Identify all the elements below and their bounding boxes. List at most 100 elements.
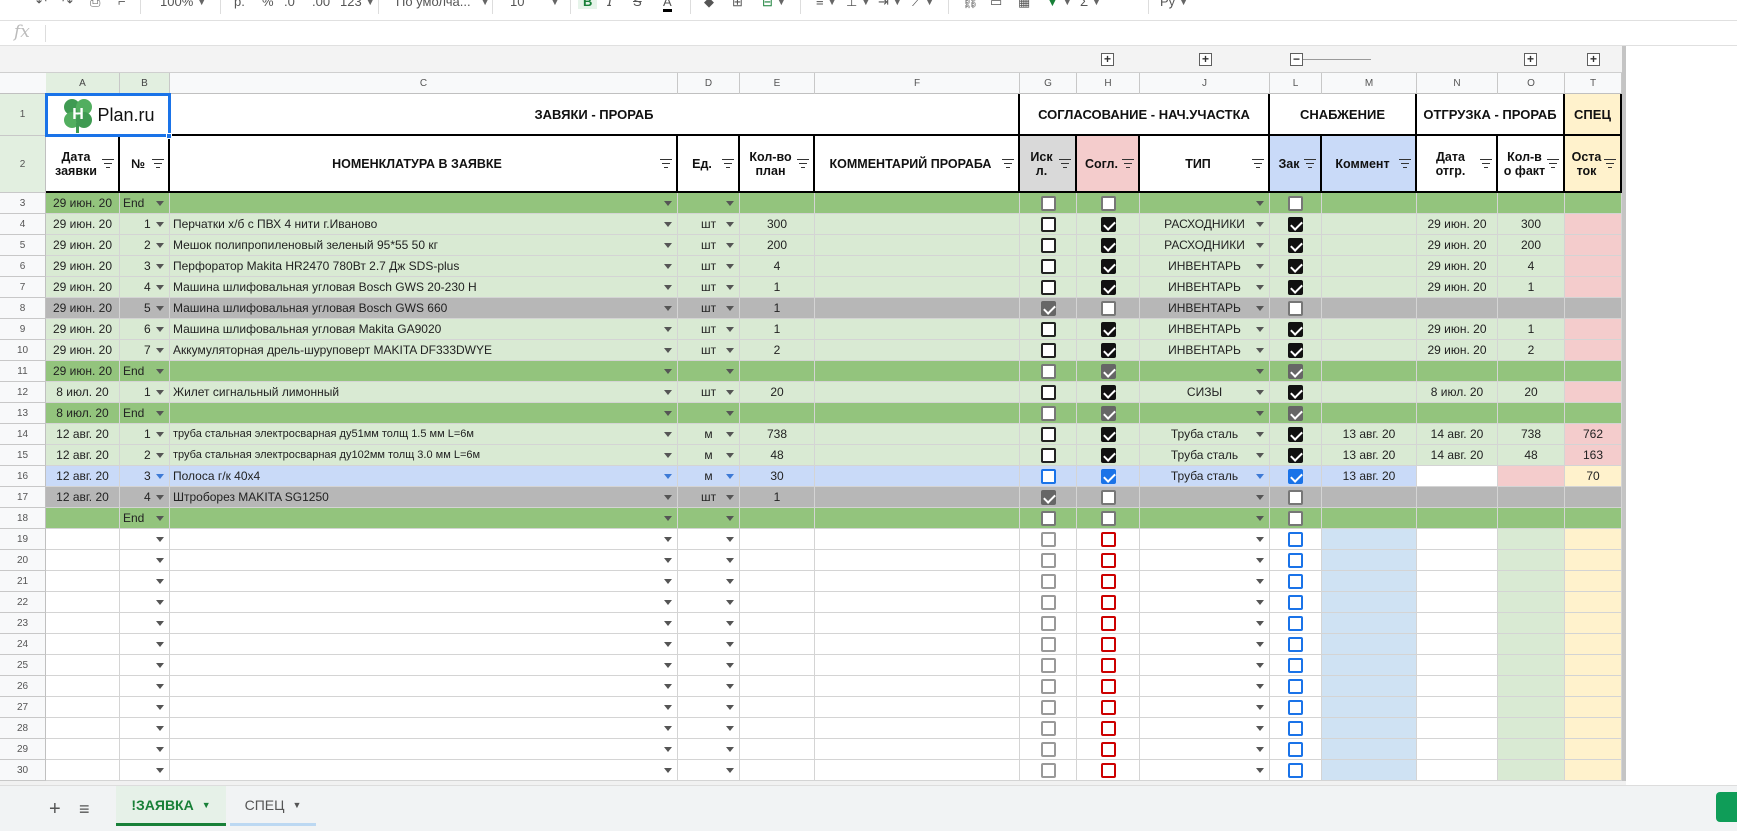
column-header-j[interactable]: J (1140, 73, 1270, 94)
order-checkbox[interactable] (1288, 531, 1303, 547)
group-toggle-button[interactable]: − (1290, 53, 1303, 66)
order-checkbox[interactable] (1288, 762, 1303, 778)
cell-ship[interactable]: 8 июл. 20 (1417, 382, 1498, 403)
cell-fact[interactable] (1498, 718, 1565, 739)
cell-unit[interactable] (678, 550, 740, 571)
chevron-down-icon[interactable] (1256, 600, 1264, 605)
order-checkbox[interactable] (1288, 384, 1303, 400)
cell-fact[interactable] (1498, 193, 1565, 214)
excl-checkbox[interactable] (1040, 363, 1056, 379)
cell-agreed[interactable] (1077, 277, 1140, 298)
column-header-g[interactable]: G (1020, 73, 1077, 94)
cell-ship[interactable] (1417, 529, 1498, 550)
cell-excl[interactable] (1020, 529, 1077, 550)
filter-icon[interactable] (1252, 158, 1264, 169)
cell-qty[interactable]: 300 (740, 214, 815, 235)
cell-qty[interactable] (740, 739, 815, 760)
chevron-down-icon[interactable] (726, 348, 734, 353)
excl-checkbox[interactable] (1040, 489, 1056, 505)
excl-checkbox[interactable] (1040, 615, 1056, 631)
cell-comment[interactable] (815, 487, 1020, 508)
row-header[interactable]: 24 (0, 634, 46, 655)
cell-agreed[interactable] (1077, 340, 1140, 361)
cell-item[interactable]: Машина шлифовальная угловая Bosch GWS 20… (170, 277, 678, 298)
cell-rem[interactable] (1565, 718, 1622, 739)
cell-excl[interactable] (1020, 340, 1077, 361)
cell-comment[interactable] (815, 508, 1020, 529)
order-checkbox[interactable] (1288, 699, 1303, 715)
row-header[interactable]: 8 (0, 298, 46, 319)
cell-agreed[interactable] (1077, 319, 1140, 340)
chevron-down-icon[interactable] (726, 474, 734, 479)
cell-item[interactable] (170, 697, 678, 718)
cell-type[interactable] (1140, 613, 1270, 634)
cell-rem[interactable]: 163 (1565, 445, 1622, 466)
chevron-down-icon[interactable] (1256, 432, 1264, 437)
cell-order[interactable] (1270, 571, 1322, 592)
cell-unit[interactable]: шт (678, 277, 740, 298)
cell-rem[interactable] (1565, 760, 1622, 781)
cell-rem[interactable]: 762 (1565, 424, 1622, 445)
wrap-icon[interactable]: ⇥ ▼ (878, 0, 902, 10)
cell-item[interactable] (170, 718, 678, 739)
agreed-checkbox[interactable] (1100, 405, 1116, 421)
cell-excl[interactable] (1020, 697, 1077, 718)
cell-date[interactable] (46, 550, 120, 571)
agreed-checkbox[interactable] (1100, 216, 1116, 232)
cell-type[interactable]: РАСХОДНИКИ (1140, 214, 1270, 235)
filter-icon[interactable] (722, 158, 734, 169)
chevron-down-icon[interactable] (1256, 537, 1264, 542)
cell-order[interactable] (1270, 340, 1322, 361)
cell-comment[interactable] (815, 634, 1020, 655)
chevron-down-icon[interactable] (726, 663, 734, 668)
bold-button[interactable]: B (578, 0, 598, 9)
cell-item[interactable]: Мешок полипропиленовый зеленый 95*55 50 … (170, 235, 678, 256)
cell-qty[interactable]: 738 (740, 424, 815, 445)
chevron-down-icon[interactable] (726, 306, 734, 311)
row-header[interactable]: 23 (0, 613, 46, 634)
cell-date[interactable] (46, 592, 120, 613)
agreed-checkbox[interactable] (1100, 678, 1116, 694)
column-header-b[interactable]: B (120, 73, 170, 94)
cell-ship[interactable]: 29 июн. 20 (1417, 277, 1498, 298)
cell-type[interactable] (1140, 529, 1270, 550)
cell-agreed[interactable] (1077, 445, 1140, 466)
chevron-down-icon[interactable] (1256, 411, 1264, 416)
chevron-down-icon[interactable] (1256, 747, 1264, 752)
order-checkbox[interactable] (1288, 510, 1303, 526)
cell-qty[interactable]: 2 (740, 340, 815, 361)
chevron-down-icon[interactable] (1256, 663, 1264, 668)
cell-item[interactable]: Аккумуляторная дрель-шуруповерт MAKITA D… (170, 340, 678, 361)
cell-unit[interactable] (678, 193, 740, 214)
cell-ship[interactable] (1417, 760, 1498, 781)
cell-item[interactable] (170, 634, 678, 655)
cell-type[interactable]: Труба сталь (1140, 466, 1270, 487)
agreed-checkbox[interactable] (1100, 237, 1116, 253)
chevron-down-icon[interactable] (156, 474, 164, 479)
cell-num[interactable]: 1 (120, 382, 170, 403)
link-icon[interactable]: ⛓ (962, 0, 979, 10)
cell-order[interactable] (1270, 235, 1322, 256)
cell-date[interactable]: 29 июн. 20 (46, 361, 120, 382)
cell-date[interactable]: 12 авг. 20 (46, 445, 120, 466)
cell-type[interactable]: ИНВЕНТАРЬ (1140, 277, 1270, 298)
cell-date[interactable] (46, 634, 120, 655)
chevron-down-icon[interactable] (156, 705, 164, 710)
chevron-down-icon[interactable] (156, 411, 164, 416)
cell-comment[interactable] (815, 676, 1020, 697)
column-header-n[interactable]: N (1417, 73, 1498, 94)
cell-rem[interactable] (1565, 697, 1622, 718)
cell-ship[interactable] (1417, 739, 1498, 760)
cell-num[interactable]: End (120, 508, 170, 529)
cell-ship[interactable] (1417, 592, 1498, 613)
cell-sc[interactable] (1322, 739, 1417, 760)
chevron-down-icon[interactable] (664, 726, 672, 731)
cell-comment[interactable] (815, 529, 1020, 550)
cell-ship[interactable] (1417, 634, 1498, 655)
chevron-down-icon[interactable] (664, 369, 672, 374)
cell-qty[interactable] (740, 592, 815, 613)
order-checkbox[interactable] (1288, 657, 1303, 673)
cell-num[interactable] (120, 634, 170, 655)
cell-comment[interactable] (815, 739, 1020, 760)
cell-fact[interactable]: 4 (1498, 256, 1565, 277)
